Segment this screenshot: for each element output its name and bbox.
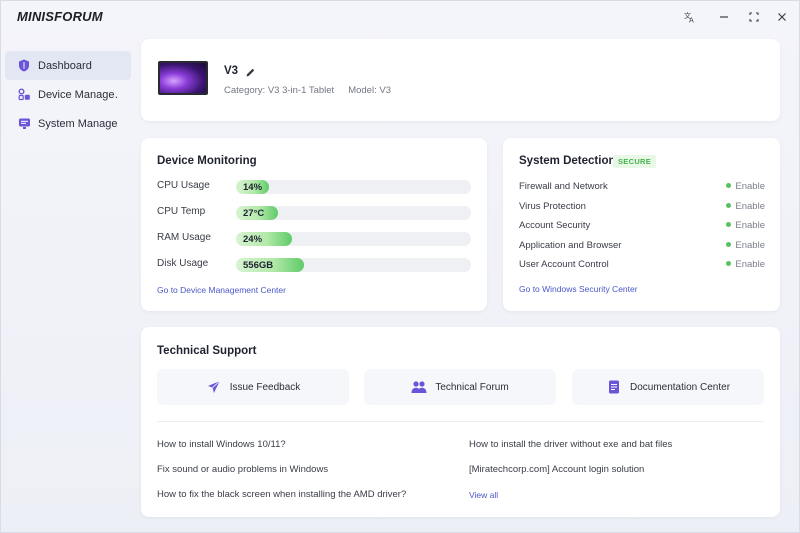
monitor-label: RAM Usage [157,232,211,243]
status-text: Enable [735,220,765,231]
issue-feedback-button[interactable]: Issue Feedback [157,369,349,405]
device-category: Category: V3 3-in-1 Tablet [224,85,335,96]
detection-name: Firewall and Network [519,181,608,192]
system-detection-card: System Detection SECURE Firewall and Net… [503,138,780,311]
status-dot-icon [726,183,732,188]
monitor-row: Disk Usage 556GB [157,257,473,273]
monitor-label: CPU Usage [157,180,210,191]
faq-link[interactable]: How to install Windows 10/11? [157,439,286,450]
progress-track: 14% [236,180,471,194]
detection-status: Enable [726,240,765,251]
edit-icon[interactable] [245,65,257,77]
technical-forum-button[interactable]: Technical Forum [364,369,556,405]
monitor-value: 14% [243,182,263,193]
sidebar-item-device-management[interactable]: Device Manage… [5,80,131,109]
detection-row: User Account Control Enable [519,258,765,272]
device-model: Model: V3 [348,85,391,96]
svg-text:A: A [689,17,694,24]
monitor-value: 556GB [243,260,274,271]
windows-security-link[interactable]: Go to Windows Security Center [519,284,638,294]
detection-status: Enable [726,220,765,231]
detection-row: Application and Browser Enable [519,239,765,253]
button-label: Documentation Center [629,381,731,393]
device-thumbnail [158,61,208,95]
detection-row: Virus Protection Enable [519,200,765,214]
status-dot-icon [726,261,732,266]
translate-icon[interactable]: 文A [680,7,700,27]
support-title: Technical Support [157,345,257,357]
sidebar-item-label: Device Manage… [38,88,118,101]
status-text: Enable [735,239,765,251]
sidebar: Dashboard Device Manage… System Manage… [1,51,133,138]
faq-link[interactable]: Fix sound or audio problems in Windows [157,464,328,475]
technical-support-card: Technical Support Issue Feedback Technic… [141,327,780,517]
detection-row: Account Security Enable [519,219,765,233]
monitor-value: 27°C [243,208,265,219]
shield-icon [17,59,31,73]
device-monitoring-card: Device Monitoring CPU Usage 14% CPU Temp… [141,138,487,311]
faq-link[interactable]: [Miratechcorp.com] Account login solutio… [469,464,644,475]
status-text: Enable [735,181,765,192]
detection-status: Enable [726,259,765,270]
status-dot-icon [726,202,732,208]
document-icon [606,379,622,395]
monitor-label: Disk Usage [157,258,209,269]
faq-link[interactable]: How to fix the black screen when install… [157,489,406,500]
progress-track: 27°C [236,206,471,220]
monitor-row: CPU Temp 27°C [157,205,473,221]
detection-name: User Account Control [519,259,609,270]
monitoring-title: Device Monitoring [157,155,257,167]
system-icon [17,117,31,131]
monitor-label: CPU Temp [157,206,206,217]
status-dot-icon [726,241,732,247]
progress-track: 556GB [236,258,471,272]
documentation-center-button[interactable]: Documentation Center [572,369,764,405]
divider [157,421,764,422]
progress-track: 24% [236,232,471,246]
device-icon [17,88,31,102]
monitor-row: CPU Usage 14% [157,179,473,195]
status-text: Enable [735,259,765,270]
users-icon [411,379,427,395]
sidebar-item-label: Dashboard [38,59,92,72]
faq-link[interactable]: How to install the driver without exe an… [469,439,672,450]
close-icon[interactable] [772,7,792,27]
minimize-icon[interactable] [714,7,734,27]
sidebar-item-label: System Manage… [38,117,118,130]
app-logo: MINISFORUM [17,9,103,24]
maximize-icon[interactable] [744,7,764,27]
detection-row: Firewall and Network Enable [519,180,765,194]
sidebar-item-dashboard[interactable]: Dashboard [5,51,131,80]
device-management-link[interactable]: Go to Device Management Center [157,285,286,295]
button-label: Technical Forum [435,381,509,393]
view-all-link[interactable]: View all [469,490,498,500]
paper-plane-icon [206,379,222,395]
button-label: Issue Feedback [229,381,301,393]
title-bar: MINISFORUM 文A [1,1,800,33]
app-window: MINISFORUM 文A Dashboard Device Manage… S… [0,0,800,533]
detection-name: Account Security [519,220,591,231]
detection-name: Virus Protection [519,200,586,212]
detection-title: System Detection [519,155,616,167]
device-card: V3 Category: V3 3-in-1 Tablet Model: V3 [141,39,780,121]
monitor-row: RAM Usage 24% [157,231,473,247]
device-name: V3 [224,65,239,77]
detection-name: Application and Browser [519,239,622,251]
sidebar-item-system-management[interactable]: System Manage… [5,109,131,138]
status-badge: SECURE [613,155,657,168]
monitor-value: 24% [243,234,263,245]
status-text: Enable [735,200,765,212]
status-dot-icon [726,222,732,227]
detection-status: Enable [726,201,765,212]
detection-status: Enable [726,181,765,192]
device-meta: Category: V3 3-in-1 Tablet Model: V3 [224,85,391,96]
